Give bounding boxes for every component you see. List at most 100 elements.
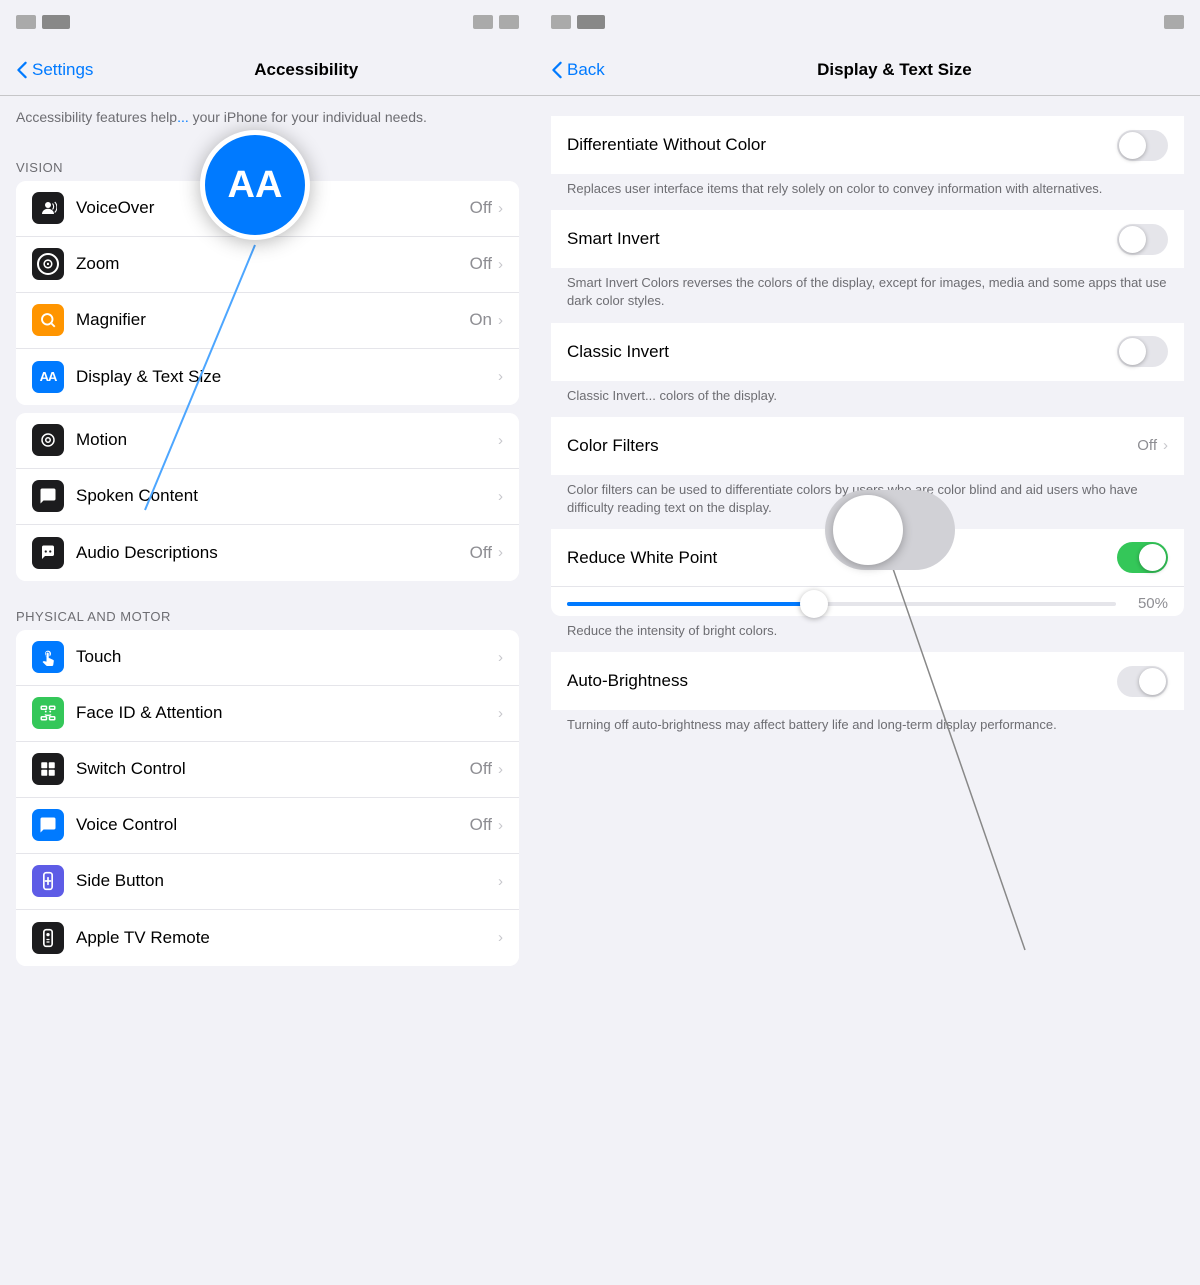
- right-settings-list: Differentiate Without Color Replaces use…: [535, 96, 1200, 1285]
- status-battery: [473, 15, 493, 29]
- voiceover-symbol: [39, 199, 57, 217]
- voice-control-chevron-icon: ›: [498, 817, 503, 834]
- classic-invert-group: Classic Invert: [551, 323, 1184, 381]
- audio-descriptions-row[interactable]: Audio Descriptions Off ›: [16, 525, 519, 581]
- voiceover-icon: [32, 192, 64, 224]
- differentiate-row[interactable]: Differentiate Without Color: [551, 116, 1184, 174]
- back-button[interactable]: Back: [551, 60, 605, 80]
- smart-invert-toggle[interactable]: [1117, 224, 1168, 255]
- display-text-size-row[interactable]: AA Display & Text Size ›: [16, 349, 519, 405]
- motion-row[interactable]: Motion ›: [16, 413, 519, 469]
- side-button-icon: [32, 865, 64, 897]
- classic-invert-label: Classic Invert: [567, 342, 1117, 362]
- physical-motor-group: Touch › Face ID & Attention ›: [16, 630, 519, 966]
- voice-control-symbol: [39, 816, 57, 834]
- switch-control-label: Switch Control: [76, 759, 470, 779]
- auto-brightness-toggle[interactable]: [1117, 666, 1168, 697]
- apple-tv-remote-icon: [32, 922, 64, 954]
- voice-control-row[interactable]: Voice Control Off ›: [16, 798, 519, 854]
- audio-desc-symbol: [39, 544, 57, 562]
- right-page-title: Display & Text Size: [605, 60, 1184, 80]
- smart-invert-row[interactable]: Smart Invert: [551, 210, 1184, 268]
- side-button-symbol: [41, 871, 55, 891]
- display-text-label: Display & Text Size: [76, 367, 498, 387]
- auto-brightness-row[interactable]: Auto-Brightness: [551, 652, 1184, 710]
- differentiate-knob: [1119, 132, 1146, 159]
- zoom-symbol: ⊙: [37, 253, 59, 275]
- voice-control-value: Off: [470, 815, 492, 835]
- aa-bubble-text: AA: [228, 164, 283, 207]
- back-label: Settings: [32, 60, 93, 80]
- audio-descriptions-value: Off: [470, 543, 492, 563]
- left-nav-bar: Settings Accessibility: [0, 44, 535, 96]
- motion-group: Motion › Spoken Content ›: [16, 413, 519, 581]
- magnifier-label: Magnifier: [76, 310, 469, 330]
- switch-control-value: Off: [470, 759, 492, 779]
- classic-invert-row[interactable]: Classic Invert: [551, 323, 1184, 381]
- physical-motor-header: PHYSICAL AND MOTOR: [0, 589, 535, 630]
- touch-row[interactable]: Touch ›: [16, 630, 519, 686]
- auto-brightness-label: Auto-Brightness: [567, 671, 1117, 691]
- voiceover-chevron-icon: ›: [498, 200, 503, 217]
- reduce-white-point-description: Reduce the intensity of bright colors.: [535, 616, 1200, 652]
- right-status-wifi: [577, 15, 605, 29]
- zoom-label: Zoom: [76, 254, 470, 274]
- classic-invert-description: Classic Invert... colors of the display.: [535, 381, 1200, 417]
- spoken-content-row[interactable]: Spoken Content ›: [16, 469, 519, 525]
- audio-descriptions-chevron-icon: ›: [498, 544, 503, 561]
- side-button-row[interactable]: Side Button ›: [16, 854, 519, 910]
- motion-symbol: [39, 431, 57, 449]
- touch-chevron-icon: ›: [498, 649, 503, 666]
- right-status-battery: [1164, 15, 1184, 29]
- right-status-signal: [551, 15, 571, 29]
- left-content: Accessibility features help... your iPho…: [0, 96, 535, 1285]
- differentiate-toggle[interactable]: [1117, 130, 1168, 161]
- touch-label: Touch: [76, 647, 498, 667]
- reduce-white-point-toggle[interactable]: [1117, 542, 1168, 573]
- voiceover-value: Off: [470, 198, 492, 218]
- right-panel: Back Display & Text Size Differentiate W…: [535, 0, 1200, 1285]
- color-filters-label: Color Filters: [567, 436, 1137, 456]
- classic-invert-knob: [1119, 338, 1146, 365]
- status-battery2: [499, 15, 519, 29]
- display-text-chevron-icon: ›: [498, 368, 503, 385]
- apple-tv-symbol: [41, 928, 55, 948]
- motion-icon: [32, 424, 64, 456]
- classic-invert-toggle[interactable]: [1117, 336, 1168, 367]
- switch-control-icon: [32, 753, 64, 785]
- smart-invert-knob: [1119, 226, 1146, 253]
- face-id-row[interactable]: Face ID & Attention ›: [16, 686, 519, 742]
- slider-value: 50%: [1128, 595, 1168, 612]
- slider-thumb[interactable]: [800, 590, 828, 618]
- smart-invert-description: Smart Invert Colors reverses the colors …: [535, 268, 1200, 322]
- reduce-white-point-slider-container[interactable]: 50%: [551, 587, 1184, 616]
- magnifier-row[interactable]: Magnifier On ›: [16, 293, 519, 349]
- right-back-label: Back: [567, 60, 605, 80]
- switch-control-row[interactable]: Switch Control Off ›: [16, 742, 519, 798]
- side-button-chevron-icon: ›: [498, 873, 503, 890]
- status-bar-right: [473, 15, 519, 29]
- smart-invert-group: Smart Invert: [551, 210, 1184, 268]
- settings-back-button[interactable]: Settings: [16, 60, 93, 80]
- auto-brightness-knob: [1139, 668, 1166, 695]
- touch-icon: [32, 641, 64, 673]
- face-id-chevron-icon: ›: [498, 705, 503, 722]
- spoken-content-label: Spoken Content: [76, 486, 498, 506]
- aa-icon-text: AA: [40, 369, 57, 384]
- apple-tv-remote-row[interactable]: Apple TV Remote ›: [16, 910, 519, 966]
- color-filters-row[interactable]: Color Filters Off ›: [551, 417, 1184, 475]
- reduce-white-point-row[interactable]: Reduce White Point: [551, 529, 1184, 587]
- differentiate-group: Differentiate Without Color: [551, 116, 1184, 174]
- auto-brightness-group: Auto-Brightness: [551, 652, 1184, 710]
- left-status-bar: [0, 0, 535, 44]
- reduce-white-point-group: Reduce White Point 50%: [551, 529, 1184, 616]
- reduce-white-point-knob: [1139, 544, 1166, 571]
- left-panel: Settings Accessibility Accessibility fea…: [0, 0, 535, 1285]
- zoom-row[interactable]: ⊙ Zoom Off ›: [16, 237, 519, 293]
- voice-control-icon: [32, 809, 64, 841]
- magnifier-symbol: [39, 311, 57, 329]
- differentiate-label: Differentiate Without Color: [567, 135, 1117, 155]
- left-page-title: Accessibility: [93, 60, 519, 80]
- differentiate-description: Replaces user interface items that rely …: [535, 174, 1200, 210]
- slider-track[interactable]: [567, 602, 1116, 606]
